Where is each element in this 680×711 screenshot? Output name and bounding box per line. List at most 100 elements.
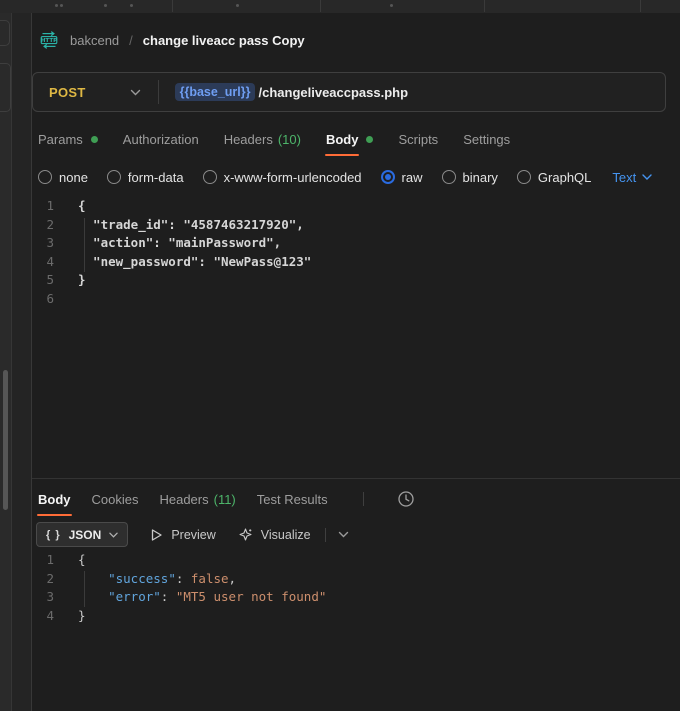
visualize-button[interactable]: Visualize <box>238 527 311 542</box>
chevron-down-icon <box>642 174 652 180</box>
sidebar-clipped-button <box>0 63 11 112</box>
line-number: 4 <box>32 253 54 272</box>
body-type-radio[interactable]: raw <box>381 170 423 185</box>
request-tab[interactable]: Authorization <box>123 132 199 147</box>
radio-circle-icon[interactable] <box>517 170 531 184</box>
response-format-dropdown[interactable]: { } JSON <box>36 522 128 547</box>
tab-bar-remnant <box>0 0 680 14</box>
request-tab[interactable]: Headers (10) <box>224 132 301 147</box>
tab-label: Authorization <box>123 132 199 147</box>
request-body-editor[interactable]: 1{2 "trade_id": "4587463217920",3 "actio… <box>32 197 676 482</box>
code-line: 3 "action": "mainPassword", <box>32 234 676 253</box>
code-text: "action": "mainPassword", <box>78 234 281 253</box>
radio-circle-icon[interactable] <box>203 170 217 184</box>
svg-text:HTTP: HTTP <box>41 38 58 44</box>
preview-button[interactable]: Preview <box>150 528 215 542</box>
tab-remnant-dot <box>104 4 107 7</box>
radio-label: binary <box>463 170 498 185</box>
visualize-label: Visualize <box>261 528 311 542</box>
response-tab-list: Body Cookies Headers (11) Test Results <box>38 492 328 507</box>
code-text: } <box>78 271 86 290</box>
braces-icon: { } <box>46 529 61 541</box>
url-input[interactable]: /changeliveaccpass.php <box>258 85 408 100</box>
response-tabs-divider <box>363 492 364 506</box>
line-number: 1 <box>32 551 54 570</box>
tab-label: Body <box>326 132 359 147</box>
sidebar-scrollbar-thumb[interactable] <box>3 370 8 510</box>
body-type-radio[interactable]: form-data <box>107 170 184 185</box>
tab-label: Headers <box>224 132 273 147</box>
tab-divider <box>640 0 641 12</box>
line-number: 2 <box>32 216 54 235</box>
method-selector[interactable]: POST <box>49 85 86 100</box>
tab-label: Scripts <box>398 132 438 147</box>
line-number: 1 <box>32 197 54 216</box>
code-line: 2 "trade_id": "4587463217920", <box>32 216 676 235</box>
tab-divider <box>484 0 485 12</box>
body-type-radio[interactable]: none <box>38 170 88 185</box>
request-tab[interactable]: Scripts <box>398 132 438 147</box>
radio-label: raw <box>402 170 423 185</box>
code-line: 5} <box>32 271 676 290</box>
body-type-radio[interactable]: GraphQL <box>517 170 591 185</box>
response-toolbar: { } JSON Preview Visuali <box>36 522 349 547</box>
tab-count-badge: (10) <box>278 132 301 147</box>
request-tab[interactable]: Params <box>38 132 98 147</box>
code-text: { <box>78 197 86 216</box>
url-bar: POST {{base_url}} /changeliveaccpass.php <box>32 72 666 112</box>
line-number: 3 <box>32 234 54 253</box>
toolbar-divider <box>325 528 326 542</box>
tab-count-badge: (11) <box>214 492 236 507</box>
line-number: 6 <box>32 290 54 309</box>
radio-label: none <box>59 170 88 185</box>
tab-remnant-dot <box>236 4 239 7</box>
raw-language-dropdown[interactable]: Text <box>612 170 652 185</box>
code-text: } <box>78 607 86 626</box>
indent-guide <box>84 218 85 272</box>
body-type-radio[interactable]: x-www-form-urlencoded <box>203 170 362 185</box>
code-line: 4 "new_password": "NewPass@123" <box>32 253 676 272</box>
radio-label: GraphQL <box>538 170 591 185</box>
line-number: 5 <box>32 271 54 290</box>
indent-guide <box>84 571 85 607</box>
response-section-divider <box>32 478 680 479</box>
tab-label: Test Results <box>257 492 328 507</box>
breadcrumb: HTTP bakcend / change liveacc pass Copy <box>38 27 305 53</box>
radio-circle-icon[interactable] <box>442 170 456 184</box>
sidebar-sliver <box>0 13 32 711</box>
tab-divider <box>172 0 173 12</box>
chevron-down-icon[interactable] <box>130 89 141 96</box>
radio-label: form-data <box>128 170 184 185</box>
request-tab[interactable]: Body <box>326 132 374 147</box>
magic-wand-icon <box>238 527 253 542</box>
postman-app-window: HTTP bakcend / change liveacc pass Copy … <box>0 0 680 711</box>
code-line: 1{ <box>32 551 676 570</box>
response-tab[interactable]: Cookies <box>92 492 139 507</box>
body-type-selector: none form-data x-www-form-urlencoded raw… <box>38 162 652 192</box>
request-tab[interactable]: Settings <box>463 132 510 147</box>
breadcrumb-collection[interactable]: bakcend <box>70 33 119 48</box>
radio-label: x-www-form-urlencoded <box>224 170 362 185</box>
chevron-down-icon[interactable] <box>338 531 349 538</box>
tab-divider <box>320 0 321 12</box>
sidebar-rail <box>0 13 12 711</box>
body-type-radio[interactable]: binary <box>442 170 498 185</box>
body-type-radios: none form-data x-www-form-urlencoded raw… <box>38 170 591 185</box>
radio-circle-icon[interactable] <box>381 170 395 184</box>
radio-circle-icon[interactable] <box>38 170 52 184</box>
url-bar-divider <box>158 80 159 104</box>
request-pane: HTTP bakcend / change liveacc pass Copy … <box>32 13 680 711</box>
chevron-down-icon <box>109 532 118 538</box>
response-body-editor[interactable]: 1{2 "success": false,3 "error": "MT5 use… <box>32 551 676 631</box>
tab-remnant-dot <box>390 4 393 7</box>
response-tabs: Body Cookies Headers (11) Test Results <box>38 486 415 512</box>
url-variable-chip[interactable]: {{base_url}} <box>175 83 256 101</box>
response-tab[interactable]: Body <box>38 492 71 507</box>
code-text: "trade_id": "4587463217920", <box>78 216 304 235</box>
response-history-clock-icon[interactable] <box>397 490 415 508</box>
radio-circle-icon[interactable] <box>107 170 121 184</box>
breadcrumb-request-name[interactable]: change liveacc pass Copy <box>143 33 305 48</box>
response-tab[interactable]: Headers (11) <box>159 492 235 507</box>
code-text: "success": false, <box>78 570 236 589</box>
response-tab[interactable]: Test Results <box>257 492 328 507</box>
